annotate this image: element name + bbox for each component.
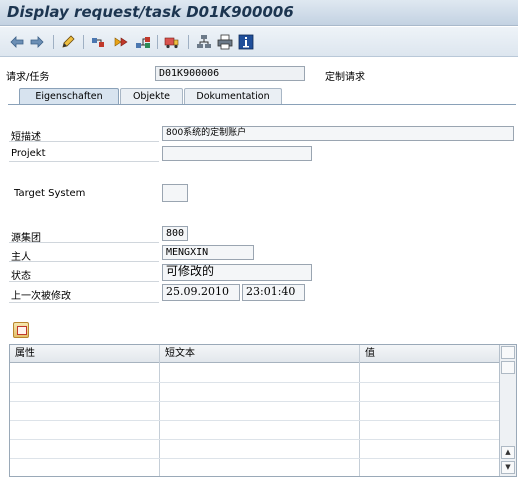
row-separator — [9, 161, 159, 162]
scroll-down-icon[interactable]: ▼ — [501, 461, 515, 474]
last-changed-time-field: 23:01:40 — [242, 284, 305, 301]
row-separator — [9, 302, 159, 303]
tab-divider — [8, 104, 516, 105]
target-system-field — [162, 184, 188, 202]
column-header-attribute[interactable]: 属性 — [10, 345, 160, 363]
tab-dokumentation[interactable]: Dokumentation — [184, 88, 282, 105]
release-icon[interactable] — [113, 34, 129, 50]
request-id-field: D01K900006 — [155, 66, 305, 81]
back-arrow-icon[interactable] — [9, 34, 25, 50]
toolbar-separator — [188, 35, 189, 49]
print-icon[interactable] — [217, 34, 233, 50]
table-settings-icon[interactable] — [13, 322, 29, 338]
column-divider — [359, 345, 360, 476]
table-header: 属性 短文本 值 — [10, 345, 516, 363]
row-separator — [9, 141, 159, 142]
scroll-handle[interactable] — [501, 361, 515, 374]
table-row[interactable] — [10, 458, 499, 459]
row-separator — [9, 281, 159, 282]
request-type-text: 定制请求 — [325, 72, 365, 83]
scroll-up-icon[interactable]: ▲ — [501, 446, 515, 459]
table-row[interactable] — [10, 420, 499, 421]
tab-objekte[interactable]: Objekte — [120, 88, 183, 105]
short-desc-field: 800系统的定制账户 — [162, 126, 514, 141]
hierarchy-icon[interactable] — [196, 34, 212, 50]
row-separator — [9, 261, 159, 262]
tree-icon[interactable] — [135, 34, 151, 50]
pencil-icon[interactable] — [60, 34, 76, 50]
forward-arrow-icon[interactable] — [29, 34, 45, 50]
target-system-label: Target System — [14, 188, 86, 199]
row-separator — [9, 242, 159, 243]
owner-field: MENGXIN — [162, 245, 254, 260]
project-label: Projekt — [11, 148, 46, 159]
column-header-short-text[interactable]: 短文本 — [160, 345, 360, 363]
project-field — [162, 146, 312, 161]
last-changed-label: 上一次被修改 — [11, 291, 71, 302]
truck-icon[interactable] — [164, 34, 180, 50]
table-row[interactable] — [10, 439, 499, 440]
toolbar-separator — [83, 35, 84, 49]
column-divider — [159, 345, 160, 476]
toolbar-separator — [53, 35, 54, 49]
attributes-table: 属性 短文本 值 ▲ ▼ — [9, 344, 517, 477]
object-list-icon[interactable] — [90, 34, 106, 50]
source-client-field: 800 — [162, 226, 188, 241]
table-row[interactable] — [10, 382, 499, 383]
vertical-scrollbar[interactable]: ▲ ▼ — [499, 345, 516, 476]
tab-eigenschaften[interactable]: Eigenschaften — [19, 88, 119, 105]
table-row[interactable] — [10, 401, 499, 402]
window-title: Display request/task D01K900006 — [7, 3, 294, 21]
column-select-button[interactable] — [501, 346, 515, 359]
last-changed-date-field: 25.09.2010 — [162, 284, 240, 301]
info-icon[interactable] — [238, 34, 254, 50]
request-label: 请求/任务 — [6, 72, 50, 83]
status-field: 可修改的 — [162, 264, 312, 281]
application-toolbar — [0, 27, 518, 57]
toolbar-separator — [157, 35, 158, 49]
title-bar: Display request/task D01K900006 — [0, 0, 518, 26]
column-header-value[interactable]: 值 — [360, 345, 499, 363]
status-label: 状态 — [11, 271, 31, 282]
